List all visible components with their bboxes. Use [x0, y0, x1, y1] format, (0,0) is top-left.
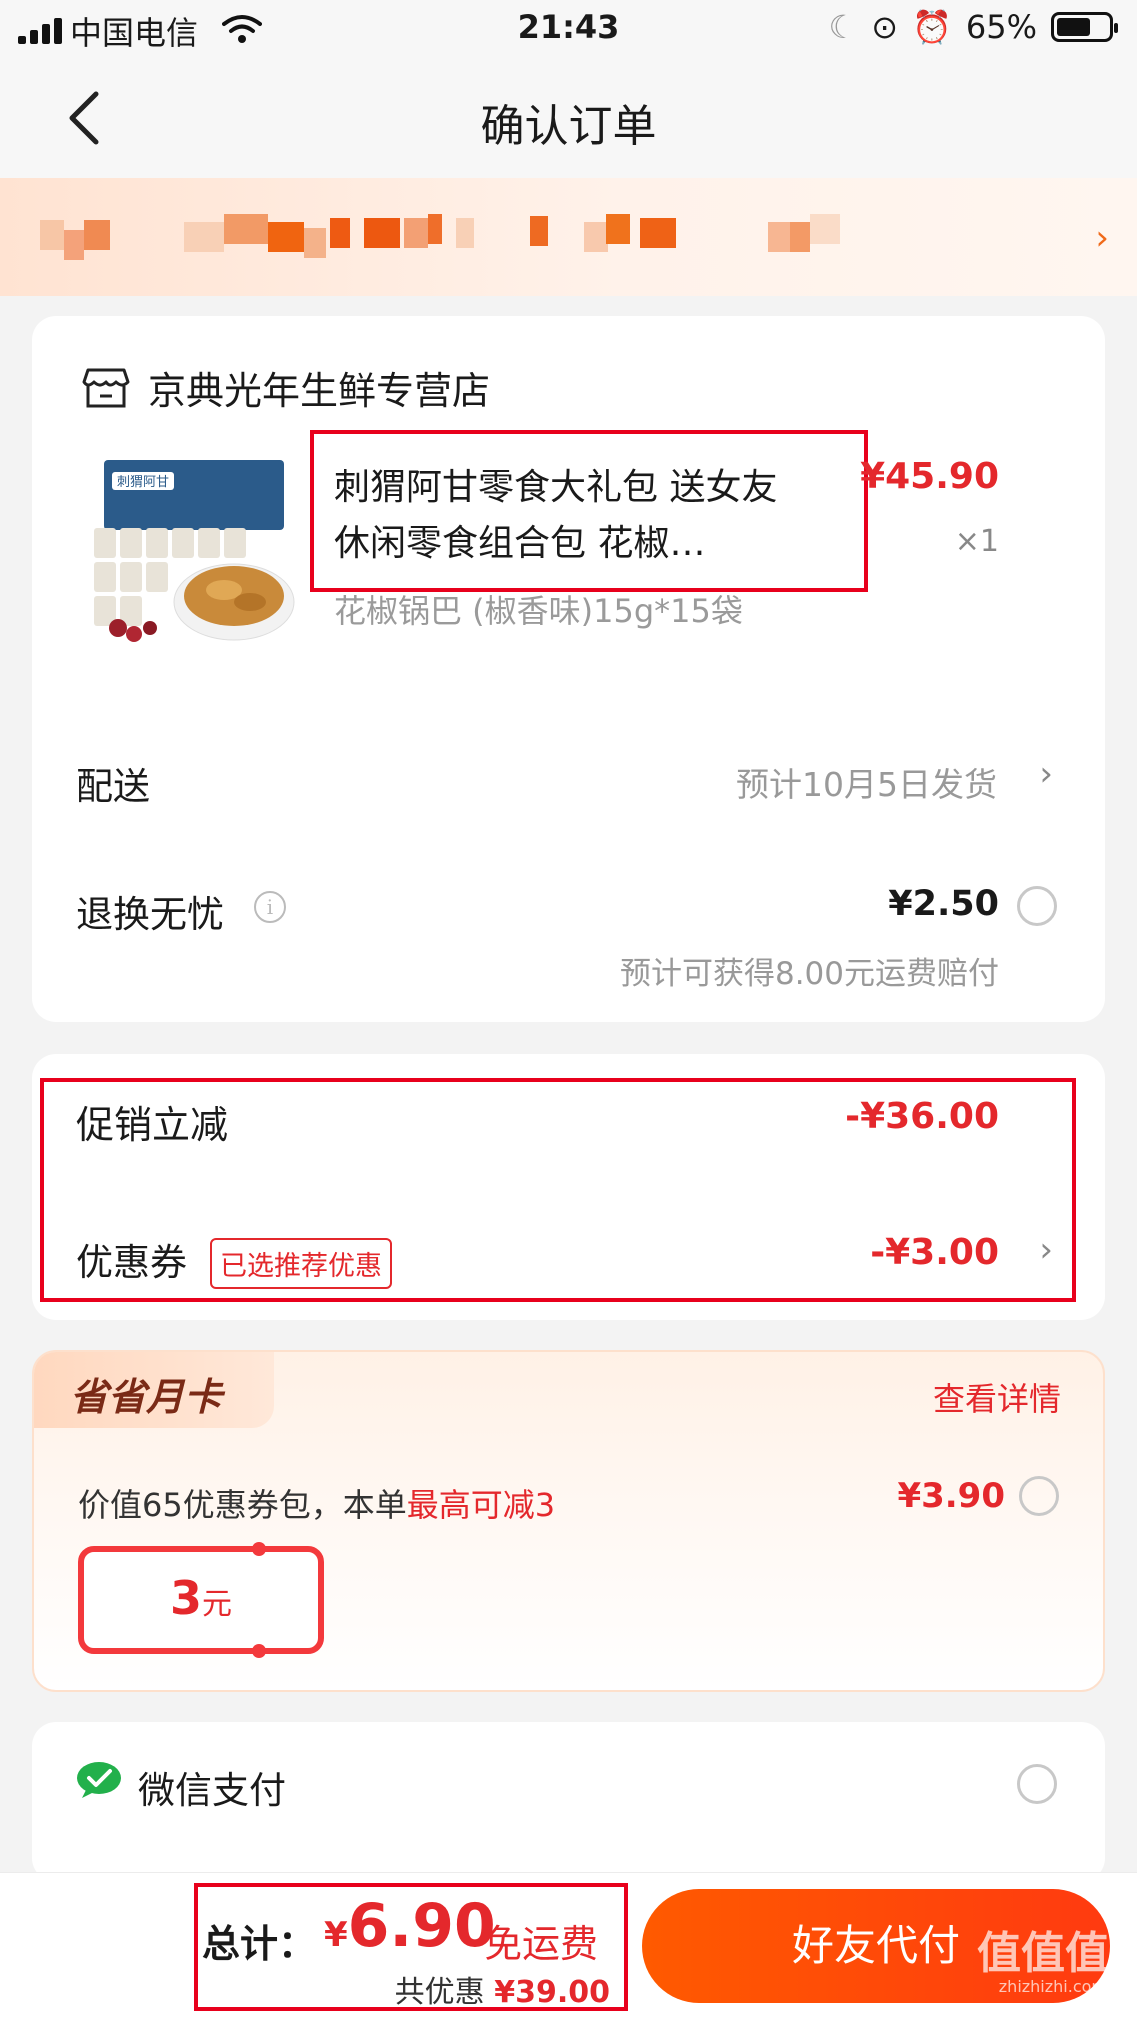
return-service-price: ¥2.50 — [888, 884, 999, 924]
currency-symbol: ¥ — [324, 1915, 348, 1955]
pixelated-block — [790, 222, 810, 252]
pixelated-block — [224, 214, 268, 244]
month-card-desc-text: 价值65优惠券包，本单 — [78, 1486, 407, 1524]
chevron-right-icon[interactable]: › — [1039, 1230, 1053, 1270]
moon-icon: ☾ — [828, 8, 858, 46]
pixelated-block — [304, 228, 326, 258]
pixelated-block — [84, 220, 110, 250]
watermark: 值值值 — [977, 1928, 1109, 1979]
pixelated-block — [606, 214, 630, 244]
return-service-label: 退换无忧 — [76, 893, 224, 936]
month-card-price: ¥3.90 — [897, 1476, 1005, 1516]
month-card-radio[interactable] — [1019, 1476, 1059, 1516]
coupon-notch — [252, 1644, 266, 1658]
pixelated-block — [64, 230, 84, 260]
discount-card: 促销立减 -¥36.00 优惠券 已选推荐优惠 -¥3.00 › — [32, 1054, 1105, 1320]
total-value: 6.90 — [347, 1891, 496, 1961]
shop-header[interactable]: 京典光年生鲜专营店 — [82, 360, 490, 415]
pixelated-block — [404, 218, 428, 248]
chevron-right-icon: › — [1095, 218, 1109, 258]
saved-summary: 共优惠 ¥39.00 — [395, 1967, 610, 2011]
nav-bar: 确认订单 — [0, 60, 1137, 178]
wechat-pay-label[interactable]: 微信支付 — [138, 1760, 286, 1814]
product-quantity: ×1 — [954, 524, 999, 559]
saved-value: ¥39.00 — [494, 1975, 610, 2010]
battery-icon — [1051, 12, 1118, 42]
return-service-radio[interactable] — [1017, 886, 1057, 926]
product-price: ¥45.90 — [860, 456, 999, 497]
saved-label: 共优惠 — [394, 1975, 485, 2010]
month-card-badge: 省省月卡 — [34, 1352, 274, 1428]
coupon-notch — [252, 1542, 266, 1556]
product-image[interactable]: 刺猬阿甘 — [84, 450, 296, 650]
total-highlight-box: 总计： ¥6.90 免运费 共优惠 ¥39.00 — [194, 1883, 628, 2011]
total-amount: ¥6.90 — [324, 1891, 496, 1961]
free-shipping-label: 免运费 — [484, 1922, 599, 1966]
coupon-label: 优惠券 — [76, 1241, 187, 1284]
promo-label: 促销立减 — [76, 1103, 229, 1147]
promo-value: -¥36.00 — [845, 1096, 999, 1137]
watermark-url: zhizhizhi.com — [998, 1977, 1107, 1996]
wechat-pay-radio[interactable] — [1017, 1764, 1057, 1804]
pixelated-block — [40, 220, 64, 250]
delivery-value[interactable]: 预计10月5日发货 — [736, 758, 997, 806]
order-card: 京典光年生鲜专营店 刺猬阿甘 刺猬阿甘零食大礼包 送女友休闲零食组合包 花椒… … — [32, 316, 1105, 1022]
pixelated-block — [810, 214, 840, 244]
address-bar[interactable]: › — [0, 178, 1137, 296]
pixelated-block — [768, 222, 790, 252]
pixelated-block — [268, 222, 304, 252]
chevron-right-icon[interactable]: › — [1039, 754, 1053, 794]
month-card-title: 省省月卡 — [70, 1375, 223, 1419]
pixelated-block — [456, 218, 474, 248]
product-image-text: 刺猬阿甘 — [117, 475, 169, 490]
battery-percent: 65% — [965, 8, 1037, 46]
info-icon[interactable]: i — [254, 891, 286, 923]
coupon-amount: 3 — [169, 1571, 202, 1625]
coupon-tag: 已选推荐优惠 — [210, 1238, 392, 1289]
pixelated-block — [184, 222, 224, 252]
pixelated-block — [640, 218, 676, 248]
month-card-detail-link[interactable]: 查看详情 — [933, 1374, 1061, 1420]
store-icon — [82, 368, 130, 407]
pixelated-block — [364, 218, 400, 248]
product-spec: 花椒锅巴 (椒香味)15g*15袋 — [334, 592, 743, 630]
bottom-bar: 总计： ¥6.90 免运费 共优惠 ¥39.00 好友代付 值值值 zhizhi… — [0, 1872, 1137, 2022]
pixelated-block — [530, 216, 548, 246]
coupon-unit: 元 — [202, 1587, 232, 1622]
page-title: 确认订单 — [480, 101, 657, 152]
month-card-desc: 价值65优惠券包，本单最高可减3 — [78, 1480, 555, 1526]
delivery-label: 配送 — [76, 765, 150, 808]
pixelated-block — [584, 222, 608, 252]
product-name[interactable]: 刺猬阿甘零食大礼包 送女友休闲零食组合包 花椒… — [334, 460, 804, 572]
status-bar: 中国电信 21:43 ☾ ⊙ ⏰ 65% — [0, 0, 1137, 60]
payment-card: 微信支付 — [32, 1722, 1105, 1882]
total-label: 总计： — [202, 1922, 317, 1966]
wechat-pay-icon — [77, 1762, 121, 1798]
coupon-value[interactable]: -¥3.00 — [870, 1232, 999, 1273]
month-card: 省省月卡 查看详情 价值65优惠券包，本单最高可减3 ¥3.90 3元 — [32, 1350, 1105, 1692]
alarm-icon: ⏰ — [912, 8, 952, 46]
pixelated-block — [428, 214, 442, 244]
month-card-coupon: 3元 — [78, 1542, 324, 1658]
shop-name: 京典光年生鲜专营店 — [148, 369, 491, 413]
pixelated-block — [330, 218, 350, 248]
return-service-note: 预计可获得8.00元运费赔付 — [619, 956, 999, 992]
month-card-highlight: 最高可减3 — [406, 1486, 556, 1524]
rotation-lock-icon: ⊙ — [871, 8, 899, 46]
